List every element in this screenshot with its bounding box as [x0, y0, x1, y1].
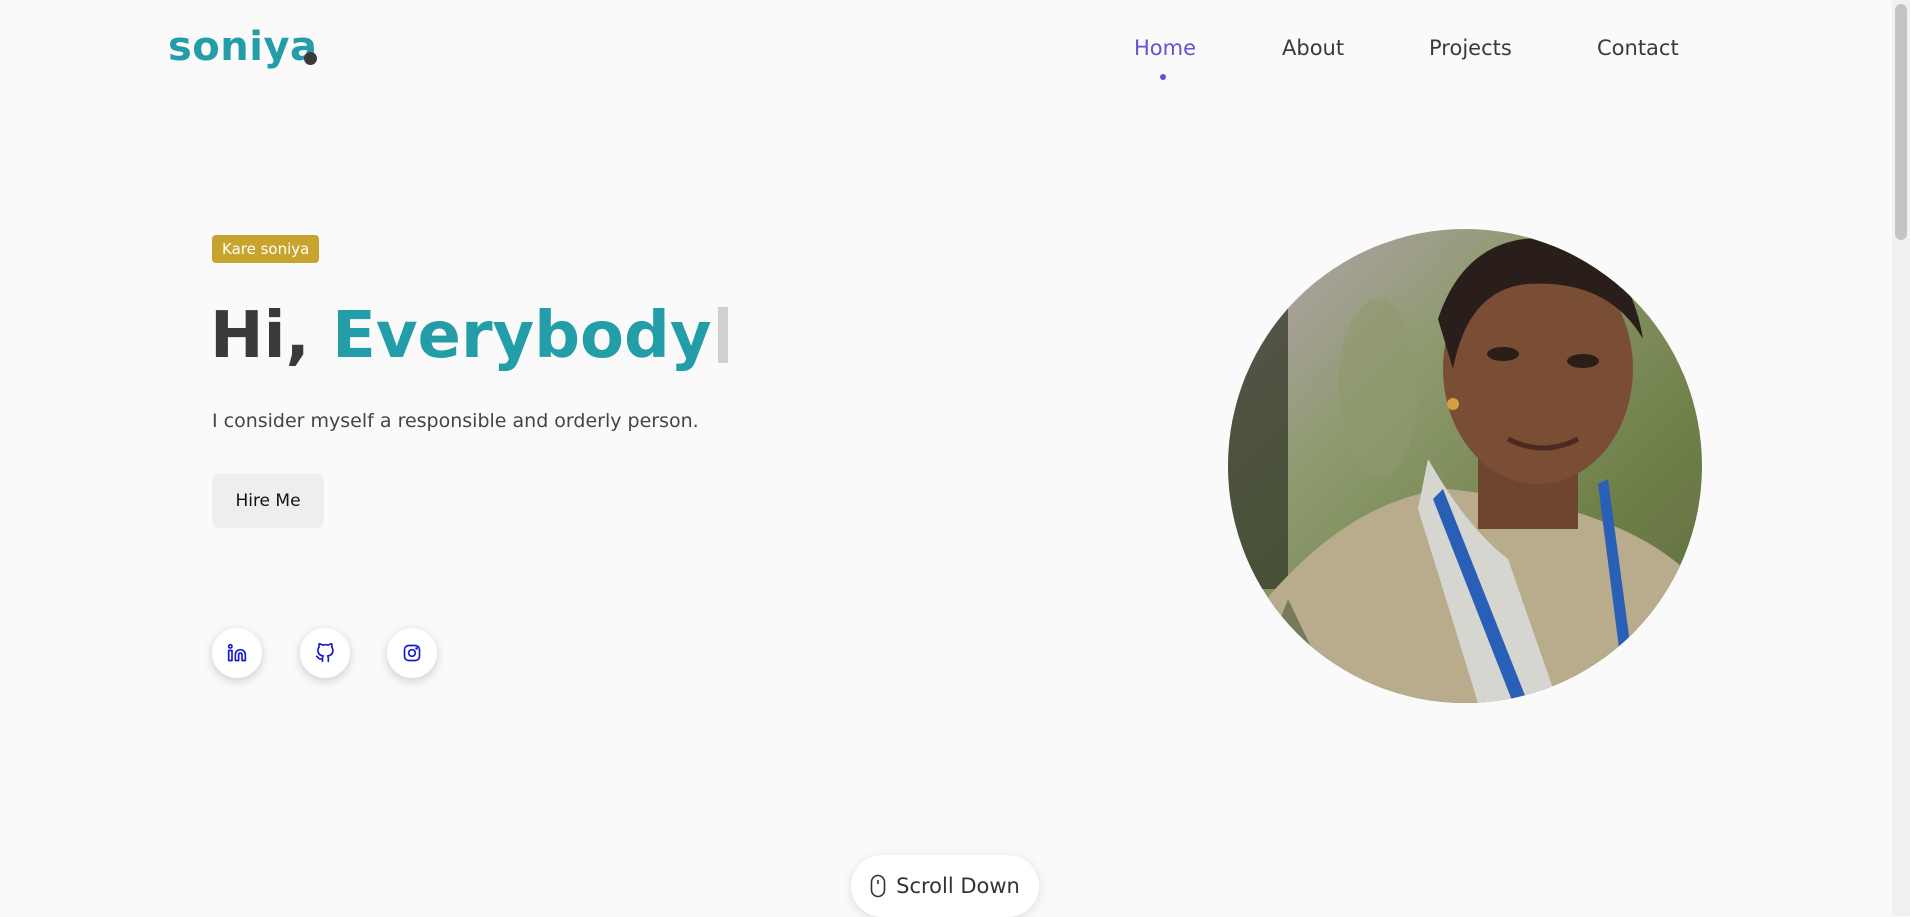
mouse-icon	[870, 874, 886, 898]
profile-photo	[1228, 229, 1702, 703]
profile-photo-illustration	[1228, 229, 1702, 703]
nav-contact[interactable]: Contact	[1597, 36, 1679, 60]
scroll-down-button[interactable]: Scroll Down	[851, 855, 1039, 917]
instagram-icon	[403, 644, 421, 662]
github-button[interactable]	[300, 628, 350, 678]
instagram-button[interactable]	[387, 628, 437, 678]
hero-tagline: I consider myself a responsible and orde…	[212, 410, 699, 432]
accent-word: Everybody	[332, 299, 712, 373]
nav-about[interactable]: About	[1282, 36, 1344, 60]
linkedin-icon	[227, 643, 247, 662]
greeting-text: Hi,	[210, 299, 310, 373]
github-icon	[315, 643, 334, 663]
name-badge: Kare soniya	[212, 235, 320, 263]
page-scrollbar[interactable]	[1892, 0, 1910, 916]
scroll-down-label: Scroll Down	[896, 874, 1020, 898]
hire-me-button[interactable]: Hire Me	[212, 474, 324, 528]
hero-headline: Hi, Everybody	[210, 296, 728, 376]
scrollbar-thumb[interactable]	[1895, 4, 1907, 240]
typing-caret	[717, 307, 728, 363]
nav-active-indicator	[1160, 74, 1166, 80]
nav-projects[interactable]: Projects	[1429, 36, 1512, 60]
linkedin-button[interactable]	[212, 628, 262, 678]
nav-home[interactable]: Home	[1134, 36, 1196, 60]
site-logo[interactable]: soniya	[168, 24, 318, 70]
logo-dot	[304, 52, 317, 65]
